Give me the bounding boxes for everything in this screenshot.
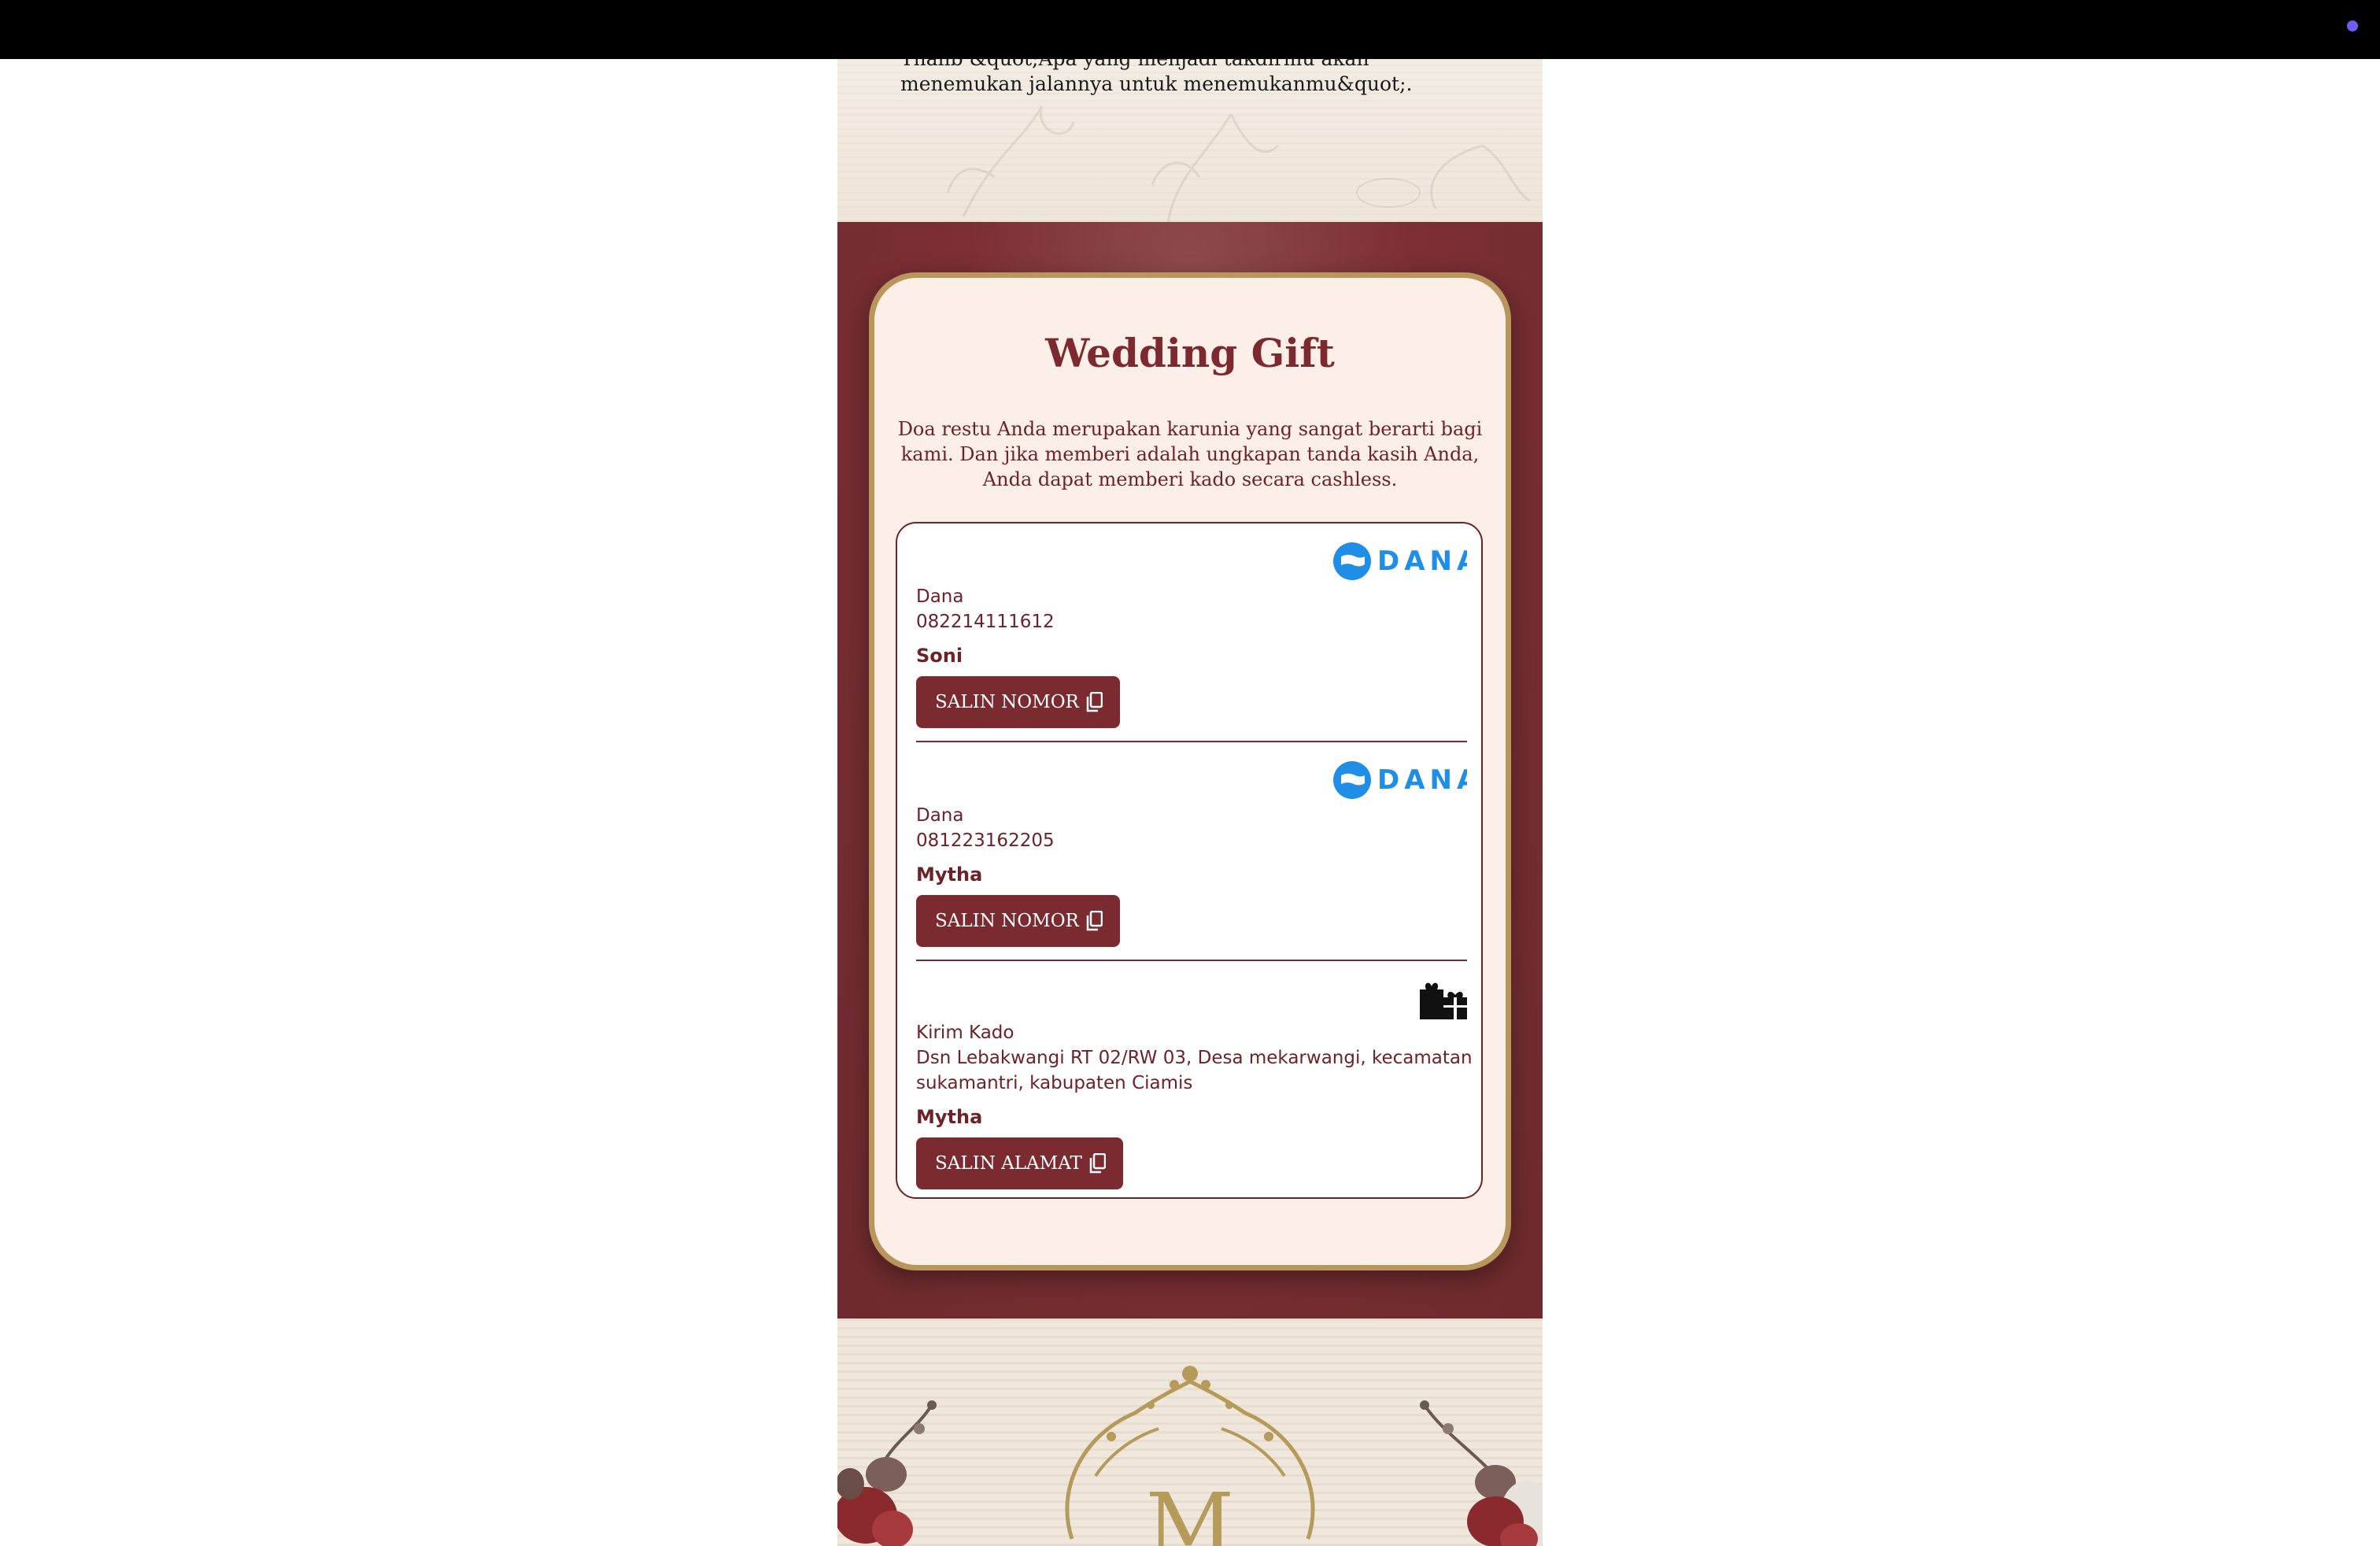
copy-button-label: SALIN NOMOR [935, 692, 1079, 712]
status-dot [2347, 20, 2358, 31]
floral-decoration-left [837, 1400, 937, 1546]
gift-address: Kirim Kado Dsn Lebakwangi RT 02/RW 03, D… [916, 978, 1473, 1191]
monogram-wreath: M [1065, 1366, 1315, 1546]
quote-section: Thalib &quot;Apa yang menjadi takdirmu a… [837, 59, 1543, 222]
copy-number-button[interactable]: SALIN NOMOR [916, 676, 1120, 728]
account-divider [916, 960, 1467, 961]
gift-account-dana-soni: DANA Dana 082214111612 Soni SALIN NOMOR [916, 541, 1467, 730]
gift-description: Doa restu Anda merupakan karunia yang sa… [897, 418, 1483, 490]
copy-icon [1086, 692, 1103, 712]
account-number: 082214111612 [916, 612, 1055, 632]
browser-top-bar [0, 0, 2380, 59]
copy-icon [1089, 1153, 1106, 1174]
gift-card-frame: Wedding Gift Doa restu Anda merupakan ka… [869, 272, 1511, 1270]
invitation-page: Thalib &quot;Apa yang menjadi takdirmu a… [837, 59, 1543, 1546]
account-holder-name: Soni [916, 645, 963, 667]
gift-account-dana-mytha: DANA Dana 081223162205 Mytha SALIN NOMOR [916, 760, 1467, 949]
copy-number-button[interactable]: SALIN NOMOR [916, 895, 1120, 947]
gift-type: Kirim Kado [916, 1023, 1014, 1043]
account-holder-name: Mytha [916, 864, 983, 886]
monogram-letter: M [1146, 1474, 1235, 1546]
dana-logo-icon: DANA [1333, 542, 1467, 580]
account-type: Dana [916, 586, 964, 607]
dana-logo-icon: DANA [1333, 761, 1467, 799]
floral-decoration-right [1420, 1400, 1543, 1546]
gift-title: Wedding Gift [1045, 330, 1335, 376]
account-type: Dana [916, 805, 964, 826]
gift-recipient-name: Mytha [916, 1106, 983, 1128]
account-number: 081223162205 [916, 830, 1055, 851]
gifts-icon [1420, 982, 1467, 1019]
copy-button-label: SALIN NOMOR [935, 911, 1079, 931]
wedding-gift-section: Wedding Gift Doa restu Anda merupakan ka… [837, 222, 1543, 1319]
gift-address-line-2: sukamantri, kabupaten Ciamis [916, 1073, 1193, 1093]
quote-text: Thalib &quot;Apa yang menjadi takdirmu a… [900, 59, 1413, 95]
copy-button-label: SALIN ALAMAT [935, 1153, 1082, 1174]
gift-accounts-box: DANA Dana 082214111612 Soni SALIN NOMOR [896, 522, 1483, 1199]
copy-address-button[interactable]: SALIN ALAMAT [916, 1137, 1123, 1189]
gift-card: Wedding Gift Doa restu Anda merupakan ka… [874, 278, 1506, 1265]
copy-icon [1086, 911, 1103, 931]
dana-logo-text: DANA [1377, 764, 1467, 796]
account-divider [916, 741, 1467, 742]
dana-logo-text: DANA [1377, 546, 1467, 577]
gift-address-line-1: Dsn Lebakwangi RT 02/RW 03, Desa mekarwa… [916, 1048, 1473, 1068]
footer-section: M [837, 1319, 1543, 1546]
